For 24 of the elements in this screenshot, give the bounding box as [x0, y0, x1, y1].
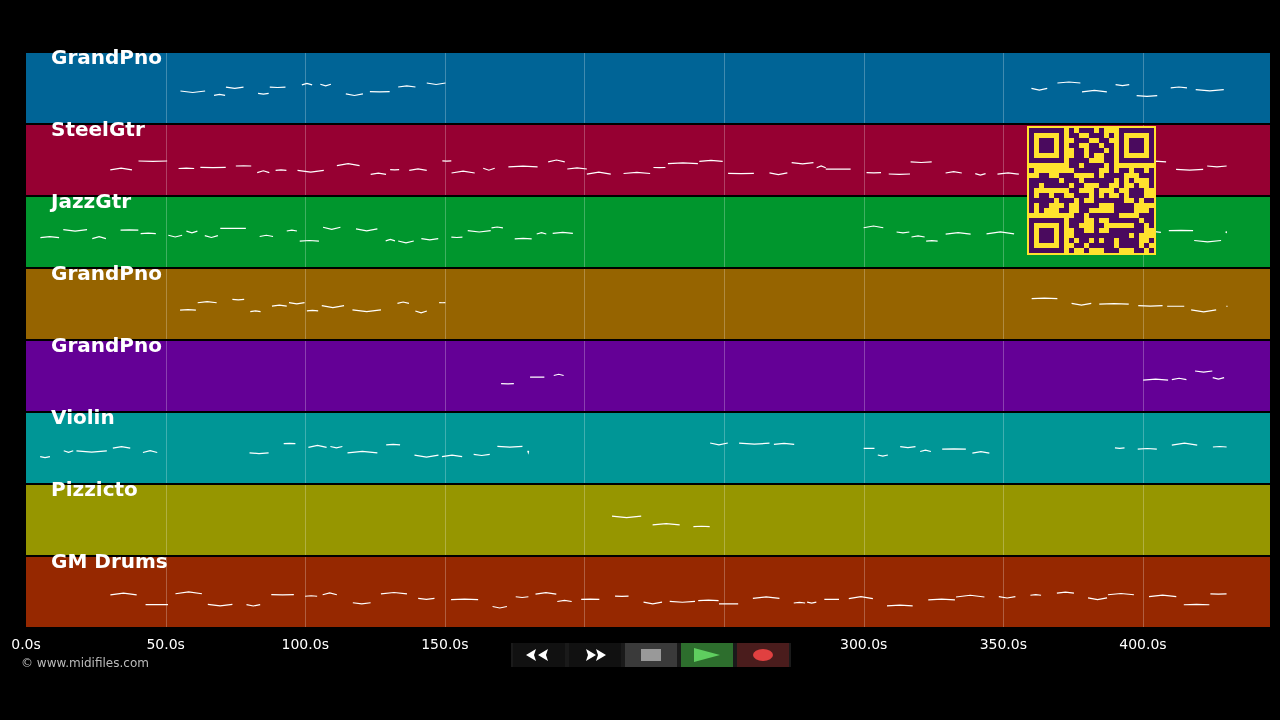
stop-icon	[641, 649, 661, 661]
axis-label: 50.0s	[146, 636, 185, 652]
track-name: GrandPno	[51, 261, 162, 285]
axis-label: 100.0s	[281, 636, 329, 652]
axis-label: 300.0s	[840, 636, 888, 652]
forward-button[interactable]	[569, 643, 621, 667]
track-name: GrandPno	[51, 45, 162, 69]
axis-label: 150.0s	[421, 636, 469, 652]
track-name: GM Drums	[51, 549, 168, 573]
copyright-text: © www.midifiles.com	[21, 656, 149, 670]
track-name: Pizzicto	[51, 477, 138, 501]
stop-button[interactable]	[625, 643, 677, 667]
track-name: JazzGtr	[51, 189, 132, 213]
play-button[interactable]	[681, 643, 733, 667]
rewind-button[interactable]	[513, 643, 565, 667]
play-icon	[694, 648, 720, 662]
track-name: Violin	[51, 405, 115, 429]
axis-label: 400.0s	[1119, 636, 1167, 652]
track-name: GrandPno	[51, 333, 162, 357]
axis-label: 350.0s	[979, 636, 1027, 652]
track-name: SteelGtr	[51, 117, 145, 141]
record-icon	[753, 649, 773, 661]
record-button[interactable]	[737, 643, 789, 667]
axis-label: 0.0s	[11, 636, 41, 652]
